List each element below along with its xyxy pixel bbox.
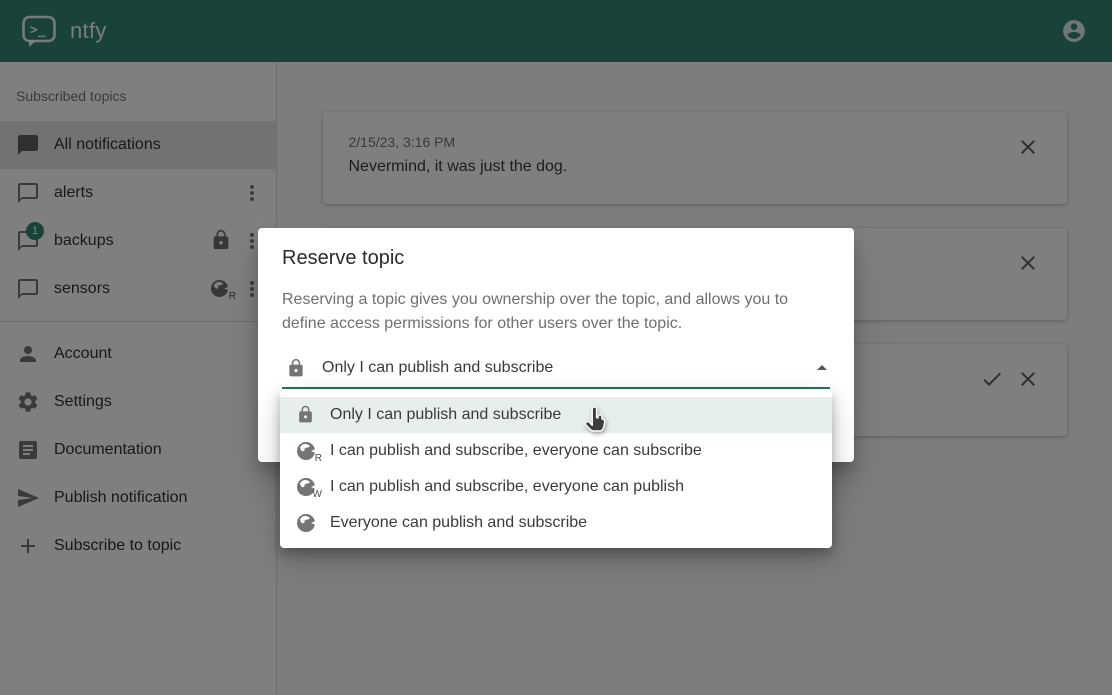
- globe-write-icon: W: [296, 477, 318, 497]
- dialog-title: Reserve topic: [282, 245, 830, 271]
- globe-read-icon: R: [296, 441, 318, 461]
- arrow-drop-up-icon: [810, 356, 834, 380]
- cursor-pointer-icon: [584, 406, 606, 434]
- dialog-description: Reserving a topic gives you ownership ov…: [282, 288, 824, 336]
- ntfy-app: >_ ntfy Subscribed topics All notificati…: [0, 0, 1112, 695]
- access-permission-menu: Only I can publish and subscribe R I can…: [280, 390, 832, 548]
- access-permission-select[interactable]: Only I can publish and subscribe: [282, 349, 830, 389]
- option-label: Only I can publish and subscribe: [330, 406, 561, 424]
- select-value: Only I can publish and subscribe: [322, 359, 553, 377]
- menu-option-everyone-read[interactable]: R I can publish and subscribe, everyone …: [280, 433, 832, 469]
- menu-option-everyone[interactable]: Everyone can publish and subscribe: [280, 505, 832, 541]
- option-label: I can publish and subscribe, everyone ca…: [330, 478, 684, 496]
- option-label: I can publish and subscribe, everyone ca…: [330, 442, 702, 460]
- menu-option-only-me[interactable]: Only I can publish and subscribe: [280, 397, 832, 433]
- lock-icon: [296, 405, 318, 425]
- option-label: Everyone can publish and subscribe: [330, 514, 587, 532]
- lock-icon: [286, 358, 306, 378]
- globe-icon: [296, 513, 318, 533]
- menu-option-everyone-write[interactable]: W I can publish and subscribe, everyone …: [280, 469, 832, 505]
